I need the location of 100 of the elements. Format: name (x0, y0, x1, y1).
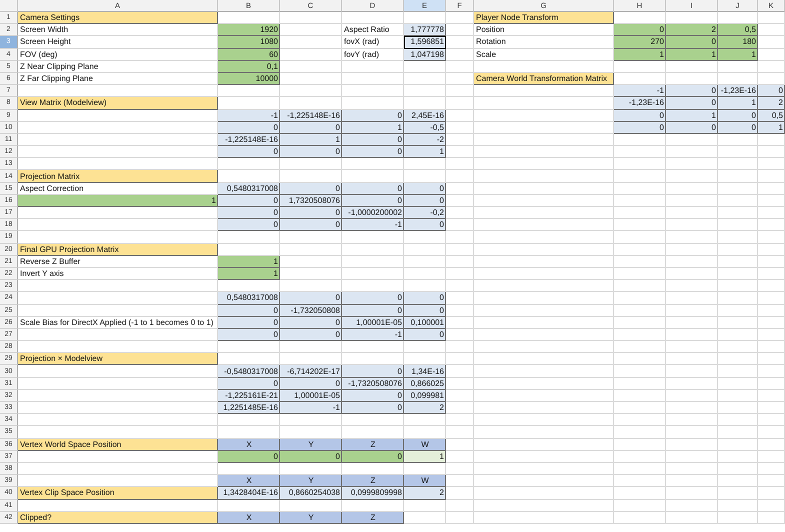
cell-label[interactable]: Reverse Z Buffer (18, 256, 218, 268)
table-cell[interactable]: 1 (342, 122, 404, 134)
input-cell[interactable]: 1 (18, 194, 218, 207)
table-cell[interactable]: 0 (666, 97, 718, 110)
axis-header[interactable]: Y (280, 475, 342, 488)
table-cell[interactable]: 0 (218, 219, 280, 232)
cell-label[interactable]: FOV (deg) (18, 48, 218, 61)
axis-header[interactable]: Y (280, 438, 342, 451)
table-cell[interactable]: 0,0999809998 (342, 487, 404, 500)
table-cell[interactable]: -1 (342, 328, 404, 342)
table-cell[interactable]: 1 (404, 450, 446, 463)
table-cell[interactable]: 1,00001E-05 (280, 390, 342, 402)
input-cell[interactable]: 1080 (218, 36, 280, 49)
section-title[interactable]: Projection Matrix (18, 170, 218, 183)
input-cell[interactable]: 1 (614, 48, 666, 61)
section-title[interactable]: Camera Settings (18, 12, 218, 24)
table-cell[interactable]: 2 (404, 487, 446, 500)
table-cell[interactable]: 0,5 (758, 110, 785, 122)
axis-header[interactable]: X (218, 475, 280, 488)
input-cell[interactable]: 10000 (218, 72, 280, 86)
table-cell[interactable]: 0 (218, 207, 280, 220)
table-cell[interactable]: -1 (280, 402, 342, 414)
table-cell[interactable]: 0 (718, 122, 758, 134)
input-cell[interactable]: 0,1 (218, 60, 280, 73)
input-cell[interactable]: 0 (280, 450, 342, 463)
table-cell[interactable]: 0 (342, 134, 404, 146)
table-cell[interactable]: -1,23E-16 (614, 97, 666, 110)
table-cell[interactable]: -6,714202E-17 (280, 365, 342, 378)
table-cell[interactable]: 1,2251485E-16 (218, 402, 280, 414)
table-cell[interactable]: 1,34E-16 (404, 365, 446, 378)
table-cell[interactable]: -1 (218, 110, 280, 122)
input-cell[interactable]: 0 (614, 24, 666, 36)
table-cell[interactable]: 0,5480317008 (218, 292, 280, 304)
table-cell[interactable]: 0 (404, 292, 446, 304)
table-cell[interactable]: -1,732050808 (280, 304, 342, 317)
table-cell[interactable]: -1,225148E-16 (280, 110, 342, 122)
cell-label[interactable]: Aspect Ratio (342, 24, 404, 36)
table-cell[interactable]: 0,100001 (404, 316, 446, 329)
table-cell[interactable]: 0 (666, 122, 718, 134)
table-cell[interactable]: 0 (218, 328, 280, 342)
input-cell[interactable]: 1920 (218, 24, 280, 36)
table-cell[interactable]: 0 (614, 122, 666, 134)
table-cell[interactable]: 0,099981 (404, 390, 446, 402)
input-cell[interactable]: 60 (218, 48, 280, 61)
axis-header[interactable]: Z (342, 512, 404, 524)
table-cell[interactable]: 0 (342, 390, 404, 402)
table-cell[interactable]: 0,866025 (404, 378, 446, 390)
cell-label[interactable]: Scale Bias for DirectX Applied (-1 to 1 becomes 0 to 1) (18, 316, 218, 329)
input-cell[interactable]: 1 (666, 48, 718, 61)
cell-label[interactable]: Position (474, 24, 614, 36)
table-cell[interactable]: 0 (404, 182, 446, 195)
cell-label[interactable]: Z Near Clipping Plane (18, 60, 218, 73)
table-cell[interactable]: 1,7320508076 (280, 194, 342, 207)
table-cell[interactable]: -1,7320508076 (342, 378, 404, 390)
axis-header[interactable]: Z (342, 438, 404, 451)
table-cell[interactable]: 0,5480317008 (218, 182, 280, 195)
table-cell[interactable]: -0,5 (404, 122, 446, 134)
input-cell[interactable]: 180 (718, 36, 758, 49)
table-cell[interactable]: -1,225161E-21 (218, 390, 280, 402)
section-title[interactable]: Vertex World Space Position (18, 438, 218, 451)
table-cell[interactable]: 0 (280, 328, 342, 342)
input-cell[interactable]: 1 (218, 256, 280, 268)
input-cell[interactable]: 2 (666, 24, 718, 36)
table-cell[interactable]: -1 (342, 219, 404, 232)
table-cell[interactable]: 1,3428404E-16 (218, 487, 280, 500)
section-title[interactable]: Final GPU Projection Matrix (18, 244, 218, 256)
table-cell[interactable]: 0 (280, 146, 342, 158)
axis-header[interactable]: X (218, 512, 280, 524)
cell-label[interactable]: Screen Width (18, 24, 218, 36)
input-cell[interactable]: 0,5 (718, 24, 758, 36)
table-cell[interactable]: 0 (218, 304, 280, 317)
axis-header[interactable]: X (218, 438, 280, 451)
table-cell[interactable]: 1 (758, 122, 785, 134)
table-cell[interactable]: 1,596851 (404, 36, 446, 49)
input-cell[interactable]: 0 (342, 450, 404, 463)
table-cell[interactable]: 1,777778 (404, 24, 446, 36)
table-cell[interactable]: 1,047198 (404, 48, 446, 61)
table-cell[interactable]: 0 (280, 219, 342, 232)
axis-header[interactable]: W (404, 475, 446, 488)
axis-header[interactable]: Z (342, 475, 404, 488)
table-cell[interactable]: 0 (342, 292, 404, 304)
table-cell[interactable]: 0 (218, 194, 280, 207)
table-cell[interactable]: 0 (342, 182, 404, 195)
table-cell[interactable]: 0 (342, 194, 404, 207)
table-cell[interactable]: 0 (758, 85, 785, 98)
cell-label[interactable]: Scale (474, 48, 614, 61)
select-all-corner[interactable] (0, 0, 18, 12)
table-cell[interactable]: 0 (280, 292, 342, 304)
input-cell[interactable]: 0 (218, 450, 280, 463)
table-cell[interactable]: 0 (342, 365, 404, 378)
cell-label[interactable]: Aspect Correction (18, 182, 218, 195)
table-cell[interactable]: 0 (404, 328, 446, 342)
table-cell[interactable]: 0 (718, 110, 758, 122)
table-cell[interactable]: 1,00001E-05 (342, 316, 404, 329)
section-title[interactable]: Projection × Modelview (18, 353, 218, 366)
table-cell[interactable]: 0 (342, 146, 404, 158)
table-cell[interactable]: -1,0000200002 (342, 207, 404, 220)
table-cell[interactable]: 0 (218, 146, 280, 158)
table-cell[interactable]: 0 (342, 402, 404, 414)
table-cell[interactable]: 0,8660254038 (280, 487, 342, 500)
